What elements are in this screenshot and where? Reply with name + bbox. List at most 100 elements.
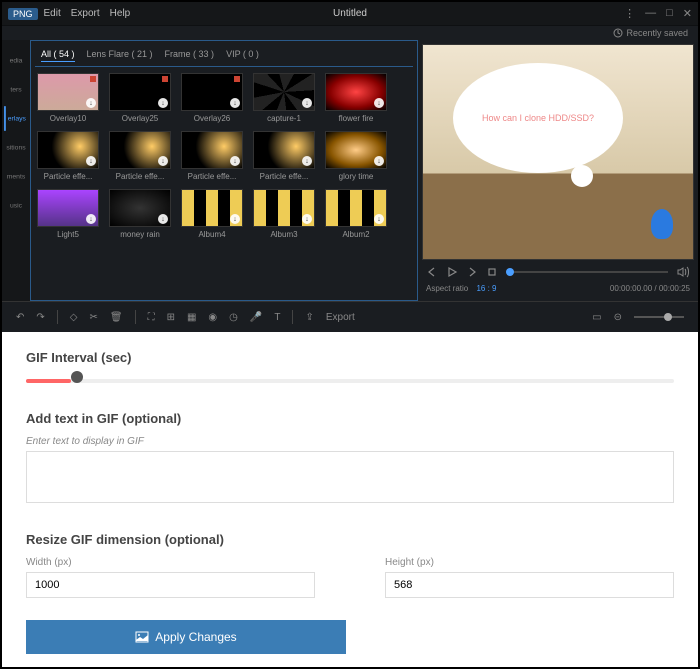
gif-text-input[interactable]	[26, 451, 674, 503]
download-icon[interactable]: ↓	[374, 214, 384, 224]
overlay-tab-1[interactable]: Lens Flare ( 21 )	[87, 49, 153, 62]
overlay-item[interactable]: ↓ flower fire	[325, 73, 387, 123]
sidebar-item-1[interactable]: ters	[4, 77, 28, 102]
menu-edit[interactable]: Edit	[44, 8, 61, 19]
overlay-thumbnail: ↓	[109, 189, 171, 227]
volume-icon[interactable]	[676, 266, 690, 278]
mic-icon[interactable]: 🎤	[250, 312, 262, 323]
overlay-item[interactable]: ↓Album3	[253, 189, 315, 239]
export-tool-icon[interactable]: ⇪	[305, 312, 313, 323]
height-label: Height (px)	[385, 557, 674, 568]
image-icon	[135, 631, 149, 643]
overlay-thumbnail: ↓	[253, 131, 315, 169]
overlay-item-label: Album4	[181, 230, 243, 239]
overlay-item-label: Particle effe...	[37, 172, 99, 181]
sidebar-item-3[interactable]: sitions	[4, 135, 28, 160]
download-icon[interactable]: ↓	[86, 98, 96, 108]
play-icon[interactable]	[446, 266, 458, 278]
cut-icon[interactable]: ✂	[89, 312, 97, 323]
stop-icon[interactable]	[486, 266, 498, 278]
overlay-item[interactable]: ↓ Overlay25	[109, 73, 171, 123]
download-icon[interactable]: ↓	[86, 156, 96, 166]
overlay-item[interactable]: ↓Overlay26	[181, 73, 243, 123]
redo-icon[interactable]: ↷	[36, 312, 44, 323]
overlay-thumbnail: ↓	[37, 73, 99, 111]
apply-changes-button[interactable]: Apply Changes	[26, 620, 346, 654]
menu-export[interactable]: Export	[71, 8, 100, 19]
download-icon[interactable]: ↓	[302, 214, 312, 224]
minimize-icon[interactable]: —	[645, 7, 656, 20]
undo-icon[interactable]: ↶	[16, 312, 24, 323]
download-icon[interactable]: ↓	[374, 156, 384, 166]
download-icon[interactable]: ↓	[158, 214, 168, 224]
add-text-label: Add text in GIF (optional)	[26, 411, 674, 426]
prev-icon[interactable]	[426, 266, 438, 278]
timer-icon[interactable]: ◷	[229, 312, 238, 323]
more-icon[interactable]: ⋮	[624, 7, 635, 20]
overlay-item[interactable]: ↓ Particle effe...	[109, 131, 171, 181]
marker-icon[interactable]: ◇	[70, 312, 78, 323]
overlay-item[interactable]: ↓ Particle effe...	[181, 131, 243, 181]
close-icon[interactable]: ✕	[683, 7, 692, 20]
overlay-thumbnail: ↓	[181, 131, 243, 169]
overlay-item-label: Particle effe...	[109, 172, 171, 181]
overlay-tab-0[interactable]: All ( 54 )	[41, 49, 75, 62]
overlay-item[interactable]: ↓ money rain	[109, 189, 171, 239]
sidebar-item-5[interactable]: usic	[4, 193, 28, 218]
delete-icon[interactable]: 🗑	[110, 312, 123, 323]
overlay-item-label: Particle effe...	[181, 172, 243, 181]
download-icon[interactable]: ↓	[302, 98, 312, 108]
aspect-ratio-label: Aspect ratio	[426, 284, 468, 293]
crop-icon[interactable]: ⛶	[148, 312, 155, 323]
sidebar-item-0[interactable]: edia	[4, 48, 28, 73]
width-label: Width (px)	[26, 557, 315, 568]
overlay-thumbnail: ↓	[325, 189, 387, 227]
download-icon[interactable]: ↓	[374, 98, 384, 108]
overlay-item[interactable]: ↓ Light5	[37, 189, 99, 239]
overlay-item[interactable]: ↓Particle effe...	[253, 131, 315, 181]
overlay-item[interactable]: ↓Overlay10	[37, 73, 99, 123]
gif-interval-slider[interactable]	[26, 375, 674, 387]
sidebar-item-2[interactable]: erlays	[4, 106, 28, 131]
download-icon[interactable]: ↓	[230, 156, 240, 166]
overlay-item-label: glory time	[325, 172, 387, 181]
next-icon[interactable]	[466, 266, 478, 278]
height-input[interactable]	[385, 572, 674, 598]
overlay-item-label: flower fire	[325, 114, 387, 123]
download-icon[interactable]: ↓	[158, 98, 168, 108]
overlay-item[interactable]: ↓Album2	[325, 189, 387, 239]
caption-icon[interactable]: ▭	[592, 312, 601, 323]
download-icon[interactable]: ↓	[230, 214, 240, 224]
aspect-ratio-value[interactable]: 16 : 9	[476, 284, 496, 293]
zoom-reset-icon[interactable]: ⊝	[614, 312, 622, 323]
overlay-thumbnail: ↓	[253, 73, 315, 111]
overlay-item[interactable]: ↓ Album4	[181, 189, 243, 239]
download-icon[interactable]: ↓	[230, 98, 240, 108]
document-title: Untitled	[333, 8, 367, 19]
overlay-item[interactable]: ↓capture-1	[253, 73, 315, 123]
overlay-item-label: Overlay25	[109, 114, 171, 123]
overlay-tab-2[interactable]: Frame ( 33 )	[165, 49, 215, 62]
fit-icon[interactable]: ⊞	[167, 312, 175, 323]
preview-timeline[interactable]	[506, 271, 668, 273]
download-icon[interactable]: ↓	[86, 214, 96, 224]
record-icon[interactable]: ◉	[208, 312, 217, 323]
menu-help[interactable]: Help	[110, 8, 131, 19]
export-button[interactable]: Export	[326, 312, 355, 323]
overlay-item-label: Light5	[37, 230, 99, 239]
overlay-item[interactable]: ↓ Particle effe...	[37, 131, 99, 181]
resize-label: Resize GIF dimension (optional)	[26, 532, 674, 547]
overlay-item-label: money rain	[109, 230, 171, 239]
text-icon[interactable]: T	[274, 312, 280, 323]
download-icon[interactable]: ↓	[302, 156, 312, 166]
zoom-slider[interactable]	[634, 316, 684, 318]
overlay-thumbnail: ↓	[37, 131, 99, 169]
sidebar-item-4[interactable]: ments	[4, 164, 28, 189]
width-input[interactable]	[26, 572, 315, 598]
overlay-tab-3[interactable]: VIP ( 0 )	[226, 49, 259, 62]
grid-icon[interactable]: ▦	[187, 312, 196, 323]
overlay-item[interactable]: ↓ glory time	[325, 131, 387, 181]
maximize-icon[interactable]: □	[666, 7, 673, 20]
download-icon[interactable]: ↓	[158, 156, 168, 166]
format-badge[interactable]: PNG	[8, 8, 38, 20]
